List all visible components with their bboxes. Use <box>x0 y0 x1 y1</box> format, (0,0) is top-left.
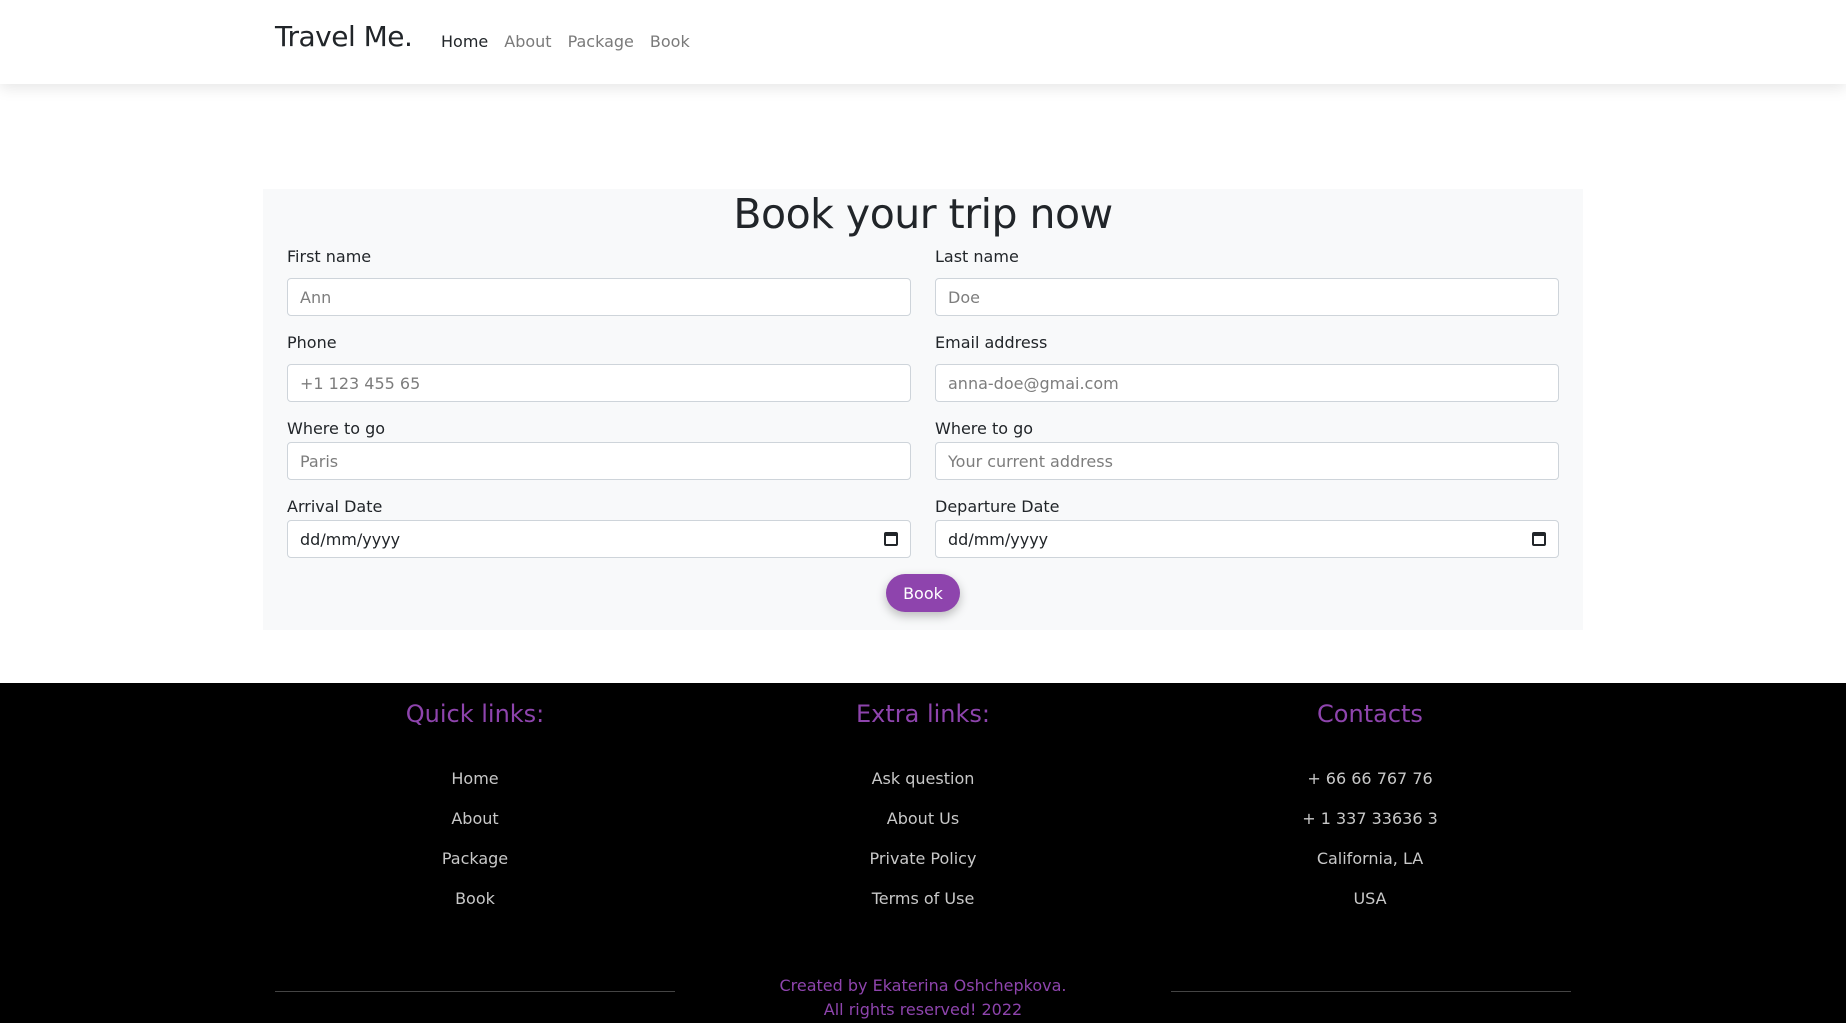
quick-links-column: Quick links: Home About Package Book <box>255 683 695 919</box>
calendar-icon[interactable] <box>1532 532 1546 546</box>
departure-date-value: dd/mm/yyyy <box>948 529 1049 549</box>
brand-logo[interactable]: Travel Me. <box>275 20 413 53</box>
footer-link-book[interactable]: Book <box>255 879 695 919</box>
calendar-icon[interactable] <box>884 532 898 546</box>
footer-link-private-policy[interactable]: Private Policy <box>703 839 1143 879</box>
origin-input[interactable] <box>935 442 1559 480</box>
footer-credits: Created by Ekaterina Oshchepkova. All ri… <box>0 974 1846 1022</box>
contact-city: California, LA <box>1316 849 1424 868</box>
contacts-title: Contacts <box>1317 700 1423 728</box>
contact-phone-2: + 1 337 33636 3 <box>1302 809 1438 828</box>
arrival-date-label: Arrival Date <box>287 497 383 516</box>
departure-date-label: Departure Date <box>935 497 1060 516</box>
origin-label: Where to go <box>935 419 1034 438</box>
credits-author: Created by Ekaterina Oshchepkova. <box>779 976 1067 995</box>
contacts-column: Contacts + 66 66 767 76 + 1 337 33636 3 … <box>1150 683 1590 919</box>
footer-link-terms[interactable]: Terms of Use <box>703 879 1143 919</box>
email-input[interactable] <box>935 364 1559 402</box>
book-button[interactable]: Book <box>886 574 960 612</box>
arrival-date-input[interactable]: dd/mm/yyyy <box>287 520 911 558</box>
nav-links: Home About Package Book <box>441 32 690 51</box>
destination-input[interactable] <box>287 442 911 480</box>
booking-title: Book your trip now <box>733 190 1113 238</box>
nav-link-package[interactable]: Package <box>568 32 634 51</box>
last-name-input[interactable] <box>935 278 1559 316</box>
footer-link-home[interactable]: Home <box>255 759 695 799</box>
first-name-input[interactable] <box>287 278 911 316</box>
quick-links-title: Quick links: <box>405 700 545 728</box>
contact-country: USA <box>1353 889 1387 908</box>
last-name-label: Last name <box>935 247 1019 266</box>
credits-rights: All rights reserved! 2022 <box>823 1000 1023 1019</box>
nav-link-about[interactable]: About <box>504 32 551 51</box>
footer-link-package[interactable]: Package <box>255 839 695 879</box>
nav-link-home[interactable]: Home <box>441 32 488 51</box>
phone-label: Phone <box>287 333 337 352</box>
first-name-label: First name <box>287 247 372 266</box>
phone-input[interactable] <box>287 364 911 402</box>
booking-panel: Book your trip now First name Last name … <box>263 189 1583 630</box>
footer-link-about-us[interactable]: About Us <box>703 799 1143 839</box>
extra-links-column: Extra links: Ask question About Us Priva… <box>703 683 1143 919</box>
footer-link-ask-question[interactable]: Ask question <box>703 759 1143 799</box>
extra-links-title: Extra links: <box>855 700 990 728</box>
arrival-date-value: dd/mm/yyyy <box>300 529 401 549</box>
departure-date-input[interactable]: dd/mm/yyyy <box>935 520 1559 558</box>
nav-link-book[interactable]: Book <box>650 32 690 51</box>
navbar: Travel Me. Home About Package Book <box>0 0 1846 84</box>
footer: Quick links: Home About Package Book Ext… <box>0 683 1846 1023</box>
footer-link-about[interactable]: About <box>255 799 695 839</box>
email-label: Email address <box>935 333 1048 352</box>
contact-phone-1: + 66 66 767 76 <box>1307 769 1433 788</box>
destination-label: Where to go <box>287 419 386 438</box>
